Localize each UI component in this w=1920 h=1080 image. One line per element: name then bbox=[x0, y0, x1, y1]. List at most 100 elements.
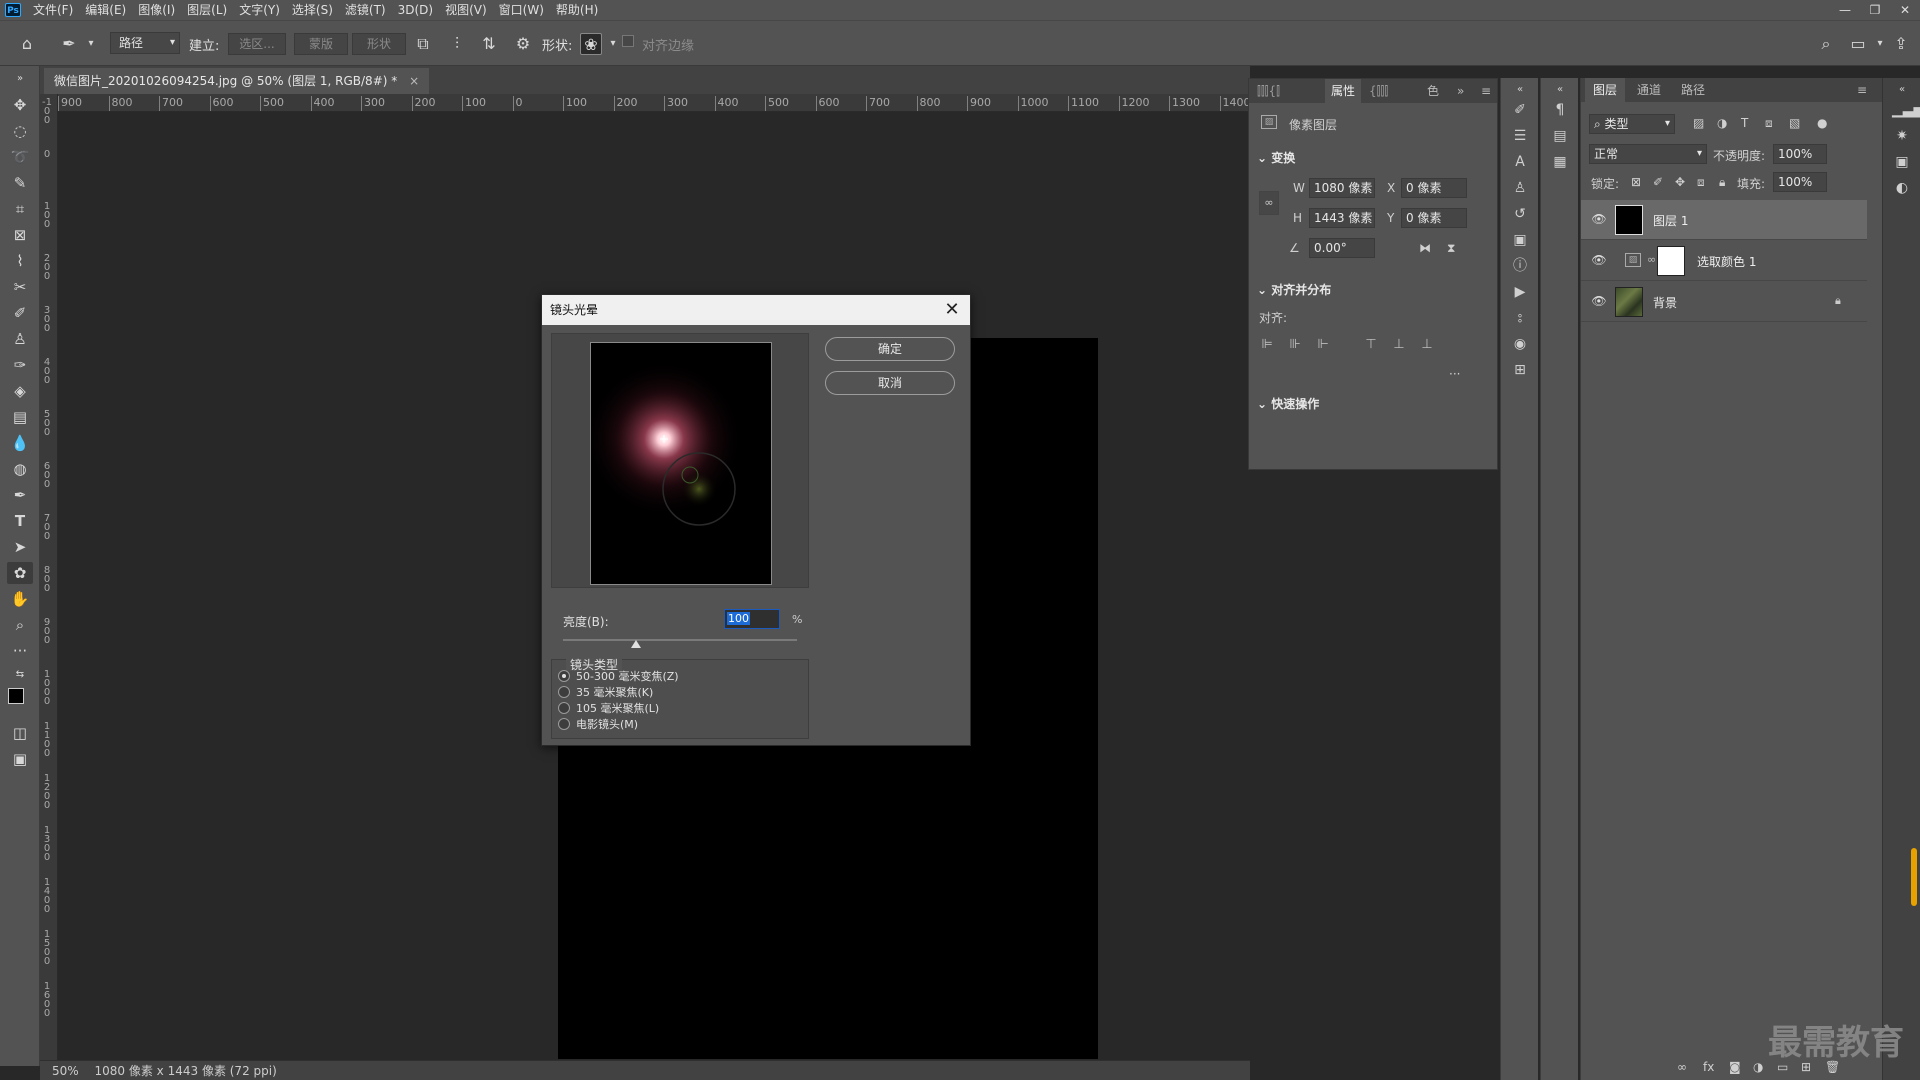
move-tool-icon[interactable]: ✥ bbox=[7, 94, 33, 116]
align-center-icon[interactable]: ⊪ bbox=[1287, 337, 1303, 353]
layer-row[interactable]: 👁︎ ▨ ∞ 选取颜色 1 bbox=[1581, 241, 1867, 281]
home-icon[interactable]: ⌂ bbox=[16, 33, 38, 55]
libraries-icon[interactable]: ▤ bbox=[1550, 126, 1570, 146]
close-icon[interactable]: ✕ bbox=[940, 298, 964, 322]
document-info[interactable]: 1080 像素 x 1443 像素 (72 ppi) bbox=[95, 1064, 277, 1078]
hand-tool-icon[interactable]: ✋ bbox=[7, 588, 33, 610]
navigator-icon[interactable]: ✷ bbox=[1892, 126, 1912, 146]
eraser-tool-icon[interactable]: ◈ bbox=[7, 380, 33, 402]
tab-color[interactable]: 色 bbox=[1427, 79, 1439, 103]
lens-option-zoom[interactable]: 50-300 毫米变焦(Z) bbox=[558, 668, 679, 684]
lock-position-icon[interactable]: ✥ bbox=[1675, 175, 1685, 189]
close-tab-icon[interactable]: × bbox=[409, 74, 419, 88]
search-icon[interactable]: ⌕ bbox=[1815, 33, 1837, 55]
eye-icon[interactable]: 👁︎ bbox=[1591, 252, 1607, 268]
info-icon[interactable]: ⓘ bbox=[1510, 256, 1530, 276]
menu-edit[interactable]: 编辑(E) bbox=[79, 0, 132, 20]
more-options-button[interactable]: ··· bbox=[1449, 367, 1460, 381]
stamp-tool-icon[interactable]: ♙ bbox=[7, 328, 33, 350]
screen-mode-icon[interactable]: ▣ bbox=[7, 748, 33, 770]
menu-3d[interactable]: 3D(D) bbox=[392, 0, 439, 20]
paragraph-icon[interactable]: ¶ bbox=[1550, 100, 1570, 120]
flower-shape-icon[interactable]: ❀ bbox=[580, 33, 602, 55]
filter-shape-icon[interactable]: ⧈ bbox=[1765, 116, 1773, 131]
notes-icon[interactable]: ▦ bbox=[1550, 152, 1570, 172]
angle-field[interactable]: 0.00° bbox=[1309, 238, 1375, 258]
collapse-icon[interactable]: « bbox=[1892, 80, 1912, 100]
workspace-icon[interactable]: ▭ bbox=[1847, 33, 1869, 55]
opacity-field[interactable]: 100% bbox=[1773, 144, 1827, 164]
radio-button[interactable] bbox=[558, 670, 570, 682]
expand-icon[interactable]: » bbox=[1457, 79, 1464, 103]
link-layers-icon[interactable]: ∞ bbox=[1677, 1060, 1687, 1074]
path-arrangement-icon[interactable]: ⇅ bbox=[478, 33, 500, 55]
fx-icon[interactable]: fx bbox=[1703, 1060, 1714, 1074]
type-tool-icon[interactable]: T bbox=[7, 510, 33, 532]
dodge-tool-icon[interactable]: ◍ bbox=[7, 458, 33, 480]
minimize-icon[interactable]: — bbox=[1830, 0, 1860, 20]
history-brush-icon[interactable]: ✑ bbox=[7, 354, 33, 376]
path-select-tool-icon[interactable]: ➤ bbox=[7, 536, 33, 558]
foreground-color-swatch[interactable] bbox=[8, 688, 24, 704]
document-tab[interactable]: 微信图片_20201026094254.jpg @ 50% (图层 1, RGB… bbox=[44, 68, 430, 94]
chevron-down-icon[interactable]: ▾ bbox=[80, 33, 102, 55]
histogram-icon[interactable]: ▁▃▅ bbox=[1892, 100, 1920, 120]
pen-tool-icon[interactable]: ✒ bbox=[7, 484, 33, 506]
layer-row[interactable]: 👁︎ 背景 🔒︎ bbox=[1581, 282, 1867, 322]
clone-source-icon[interactable]: ♙ bbox=[1510, 178, 1530, 198]
tab-channels[interactable]: 通道 bbox=[1629, 78, 1669, 102]
filter-pixel-icon[interactable]: ▨ bbox=[1693, 116, 1704, 130]
pen-mode-select[interactable]: 路径 ▾ bbox=[110, 32, 180, 54]
make-shape-button[interactable]: 形状 bbox=[352, 33, 406, 55]
history-icon[interactable]: ↺ bbox=[1510, 204, 1530, 224]
tab-layers[interactable]: 图层 bbox=[1585, 78, 1626, 102]
collapse-icon[interactable]: « bbox=[1510, 80, 1530, 100]
menu-select[interactable]: 选择(S) bbox=[286, 0, 339, 20]
gear-icon[interactable]: ⚙ bbox=[512, 33, 534, 55]
x-field[interactable]: 0 像素 bbox=[1401, 178, 1467, 198]
layer-filter-select[interactable]: ⌕ 类型 ▾ bbox=[1589, 114, 1675, 134]
width-field[interactable]: 1080 像素 bbox=[1309, 178, 1375, 198]
align-left-icon[interactable]: ⊫ bbox=[1259, 337, 1275, 353]
lasso-tool-icon[interactable]: ➰ bbox=[7, 146, 33, 168]
brushes-icon[interactable]: ⦂ bbox=[1510, 308, 1530, 328]
filter-smart-object-icon[interactable]: ▧ bbox=[1789, 116, 1800, 130]
menu-image[interactable]: 图像(I) bbox=[132, 0, 181, 20]
play-icon[interactable]: ▶ bbox=[1510, 282, 1530, 302]
align-right-icon[interactable]: ⊩ bbox=[1315, 337, 1331, 353]
radio-button[interactable] bbox=[558, 686, 570, 698]
custom-shape-tool-icon[interactable]: ✿ bbox=[7, 562, 33, 584]
grid-icon[interactable]: ⊞ bbox=[1510, 360, 1530, 380]
collapse-toolbar-icon[interactable]: » bbox=[7, 68, 33, 90]
make-mask-button[interactable]: 蒙版 bbox=[294, 33, 348, 55]
eye-icon[interactable]: 👁︎ bbox=[1591, 293, 1607, 309]
chevron-down-icon[interactable]: ▾ bbox=[1869, 33, 1891, 55]
filter-type-icon[interactable]: T bbox=[1741, 116, 1748, 130]
styles-icon[interactable]: ◐ bbox=[1892, 178, 1912, 198]
zoom-tool-icon[interactable]: ⌕ bbox=[7, 614, 33, 636]
menu-window[interactable]: 窗口(W) bbox=[493, 0, 550, 20]
brush-tool-icon[interactable]: ✐ bbox=[7, 302, 33, 324]
panel-menu-icon[interactable]: ≡ bbox=[1481, 79, 1491, 103]
share-icon[interactable]: ⇪ bbox=[1890, 33, 1912, 55]
layer-row[interactable]: 👁︎ 图层 1 bbox=[1581, 200, 1867, 240]
lock-artboard-icon[interactable]: ⧈ bbox=[1697, 175, 1705, 190]
panel-menu-icon[interactable]: ≡ bbox=[1849, 78, 1875, 102]
path-alignment-icon[interactable]: ⫶ bbox=[446, 33, 468, 55]
layer-name[interactable]: 图层 1 bbox=[1653, 212, 1688, 229]
character-icon[interactable]: A bbox=[1510, 152, 1530, 172]
lens-option-35mm[interactable]: 35 毫米聚焦(K) bbox=[558, 684, 653, 700]
blur-tool-icon[interactable]: 💧 bbox=[7, 432, 33, 454]
tab-paths[interactable]: 路径 bbox=[1673, 78, 1713, 102]
y-field[interactable]: 0 像素 bbox=[1401, 208, 1467, 228]
healing-tool-icon[interactable]: ✂ bbox=[7, 276, 33, 298]
height-field[interactable]: 1443 像素 bbox=[1309, 208, 1375, 228]
transform-section-toggle[interactable]: ⌄ 变换 bbox=[1257, 149, 1295, 166]
make-selection-button[interactable]: 选区... bbox=[228, 33, 286, 55]
quick-select-tool-icon[interactable]: ✎ bbox=[7, 172, 33, 194]
brush-settings-icon[interactable]: ✐ bbox=[1510, 100, 1530, 120]
flip-horizontal-icon[interactable]: ⧓ bbox=[1419, 241, 1431, 255]
actions-icon[interactable]: ▣ bbox=[1510, 230, 1530, 250]
flip-vertical-icon[interactable]: ⧗ bbox=[1447, 241, 1455, 256]
3d-icon[interactable]: ◉ bbox=[1510, 334, 1530, 354]
